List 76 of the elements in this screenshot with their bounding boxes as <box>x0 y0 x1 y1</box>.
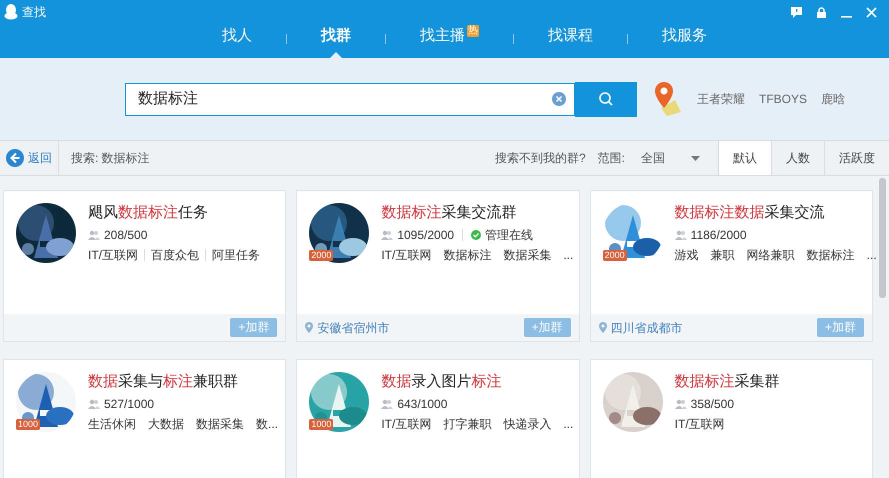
group-name[interactable]: 数据采集与标注兼职群 <box>88 372 274 392</box>
group-name[interactable]: 数据标注采集交流群 <box>381 203 567 223</box>
search-query-text: 搜索: 数据标注 <box>71 150 150 167</box>
group-tag: 阿里任务 <box>212 246 260 264</box>
location-text: 安徽省宿州市 <box>317 320 390 336</box>
members-icon <box>674 230 687 240</box>
hot-search-link[interactable]: TFBOYS <box>759 90 808 108</box>
level-badge: 1000 <box>16 419 40 430</box>
group-tag: 大数据 <box>148 415 184 433</box>
members-icon <box>88 399 100 409</box>
member-count: 1095/2000 <box>397 227 454 244</box>
level-badge: 1000 <box>309 419 334 430</box>
group-tag: 网络兼职 <box>746 246 795 264</box>
hot-badge: 热 <box>467 25 479 37</box>
location-pin-icon <box>598 322 607 333</box>
group-tag: IT/互联网 <box>381 246 432 264</box>
member-count: 208/500 <box>104 227 148 244</box>
group-tag: IT/互联网 <box>381 415 432 433</box>
member-count: 358/500 <box>690 396 734 413</box>
search-icon <box>598 91 614 107</box>
group-card[interactable]: 2000 数据标注采集交流群 1095/2000 管理在线 IT/互联网 数据标注 数据采集 ... 安徽省宿州市 +加群 <box>296 190 580 342</box>
group-card[interactable]: 1000 数据采集与标注兼职群 527/1000 生活休闲 大数据 数据采集 数... <box>3 359 286 478</box>
group-tag: 打字兼职 <box>443 415 492 433</box>
group-tag: IT/互联网 <box>674 415 725 433</box>
status-text: 管理在线 <box>485 227 534 244</box>
group-tag: ... <box>563 415 574 433</box>
location-pin-icon <box>305 322 314 333</box>
members-icon <box>674 399 687 409</box>
group-name[interactable]: 数据标注采集群 <box>674 372 780 392</box>
group-name[interactable]: 数据录入图片标注 <box>381 372 567 392</box>
level-badge: 2000 <box>309 250 334 261</box>
scrollbar-thumb[interactable] <box>879 178 886 298</box>
member-count: 1186/2000 <box>690 227 746 244</box>
group-tag: 数据采集 <box>503 246 552 264</box>
group-tag: IT/互联网 <box>88 246 138 264</box>
members-icon <box>88 230 100 240</box>
member-count: 527/1000 <box>104 396 154 413</box>
group-name[interactable]: 数据标注数据采集交流 <box>674 203 860 223</box>
clear-icon[interactable] <box>552 92 566 106</box>
group-tag: 数据标注 <box>443 246 492 264</box>
feedback-icon[interactable] <box>791 6 802 18</box>
lock-icon[interactable] <box>816 6 827 18</box>
online-icon <box>471 230 482 240</box>
location-text: 四川省成都市 <box>610 320 683 336</box>
search-button[interactable] <box>575 82 637 116</box>
group-card[interactable]: 1000 数据录入图片标注 643/1000 IT/互联网 打字兼职 快递录入 ... <box>296 359 580 478</box>
group-tag: 百度众包 <box>151 246 199 264</box>
group-tag: 游戏 <box>674 246 699 264</box>
group-tag: 数据标注 <box>806 246 855 264</box>
group-tag: ... <box>563 246 574 264</box>
window-title: 查找 <box>22 4 46 21</box>
group-tag: 数... <box>256 415 278 433</box>
group-tag: 数据采集 <box>196 415 244 433</box>
hot-search-link[interactable]: 王者荣耀 <box>697 90 745 108</box>
group-tag: 生活休闲 <box>88 415 136 433</box>
map-pin-icon[interactable] <box>653 82 683 116</box>
group-card[interactable]: 飓风数据标注任务 208/500 IT/互联网 百度众包 阿里任务 +加群 <box>3 190 286 342</box>
not-found-link[interactable]: 搜索不到我的群? <box>494 149 586 167</box>
level-badge: 2000 <box>602 250 627 261</box>
search-input[interactable]: 数据标注 <box>138 88 552 110</box>
group-name[interactable]: 飓风数据标注任务 <box>88 203 260 223</box>
group-card[interactable]: 数据标注采集群 358/500 IT/互联网 <box>590 359 873 478</box>
close-icon[interactable] <box>866 6 877 18</box>
group-tag: 快递录入 <box>503 415 552 433</box>
hot-search-link[interactable]: 鹿晗 <box>821 90 846 108</box>
scope-label: 范围: <box>598 150 625 167</box>
sort-tab[interactable]: 默认 <box>718 141 771 175</box>
scope-dropdown[interactable]: 全国 <box>641 149 700 167</box>
member-count: 643/1000 <box>397 396 448 413</box>
members-icon <box>381 230 394 240</box>
search-field[interactable]: 数据标注 <box>125 82 575 116</box>
group-tag: 兼职 <box>710 246 735 264</box>
back-button[interactable]: 返回 <box>0 141 59 175</box>
penguin-icon <box>4 4 18 20</box>
members-icon <box>381 399 394 409</box>
caret-icon <box>691 156 700 160</box>
